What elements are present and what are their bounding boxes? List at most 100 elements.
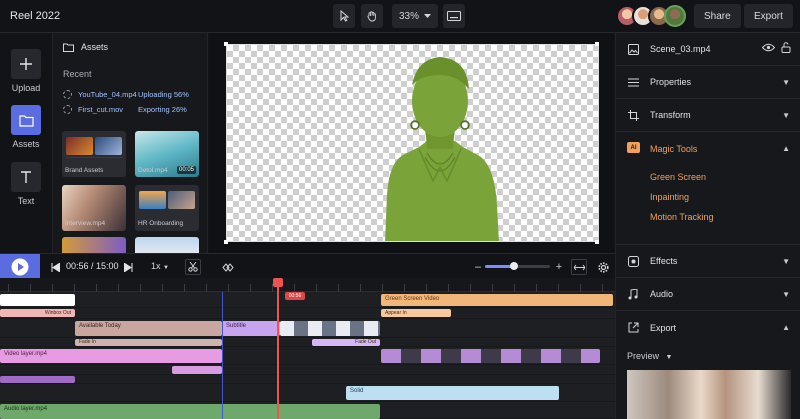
chevron-down-icon: ▼: [782, 110, 790, 120]
preview-area: [209, 33, 614, 253]
magic-tool-motion-tracking[interactable]: Motion Tracking: [650, 212, 714, 222]
link-icon: [222, 262, 234, 272]
timeline-track[interactable]: Winbox Out Appear In: [0, 308, 615, 319]
timeline-clip-video-layer[interactable]: Video layer.mp4: [0, 349, 222, 363]
ruler-tick: [184, 284, 185, 292]
section-transform[interactable]: Transform ▼: [616, 99, 800, 132]
timeline-clip[interactable]: [0, 376, 75, 383]
asset-thumbnail: [139, 191, 166, 209]
resize-handle[interactable]: [224, 42, 228, 46]
timeline-clip-appear-in[interactable]: Appear In: [381, 309, 451, 317]
section-audio[interactable]: Audio ▼: [616, 278, 800, 311]
asset-card[interactable]: [62, 237, 126, 253]
split-button[interactable]: [185, 259, 201, 275]
magic-tool-inpainting[interactable]: Inpainting: [650, 192, 689, 202]
timeline-clip-fade-in[interactable]: Fade In: [75, 339, 222, 346]
divider: [66, 157, 122, 158]
recent-file: YouTube_04.mp4: [78, 89, 137, 99]
ruler-tick: [602, 284, 603, 292]
hand-tool-button[interactable]: [361, 4, 383, 28]
eye-icon[interactable]: [761, 43, 776, 54]
chevron-down-icon: ▼: [782, 289, 790, 299]
magic-tool-green-screen[interactable]: Green Screen: [650, 172, 706, 182]
skip-forward-icon[interactable]: [120, 259, 136, 275]
section-properties[interactable]: Properties ▼: [616, 66, 800, 99]
timeline-track[interactable]: Video layer.mp4: [0, 347, 615, 365]
timeline-clip[interactable]: [0, 294, 75, 306]
timeline-track[interactable]: Fade In Fade Out: [0, 338, 615, 347]
hand-icon: [367, 11, 376, 22]
export-button[interactable]: Export: [744, 4, 793, 28]
slider-handle[interactable]: [510, 262, 519, 270]
ruler-tick: [360, 284, 361, 292]
in-point-marker[interactable]: [222, 292, 223, 419]
timeline-zoom-slider[interactable]: [485, 262, 550, 270]
clip-label: Video layer.mp4: [4, 351, 47, 357]
timeline-clip-subtitle[interactable]: Subtitle: [222, 321, 280, 336]
zoom-out-button[interactable]: –: [470, 259, 486, 275]
project-title[interactable]: Reel 2022: [10, 10, 60, 22]
text-icon: [21, 171, 31, 183]
rail-label: Upload: [11, 83, 41, 93]
keyboard-icon: [447, 11, 461, 21]
timeline-track[interactable]: Available Today Subtitle: [0, 319, 615, 338]
effects-icon: [627, 255, 639, 267]
section-title: Magic Tools: [650, 143, 698, 154]
collaborator-avatars[interactable]: [616, 5, 686, 27]
timeline-ruler[interactable]: [0, 278, 615, 292]
timeline-track[interactable]: Solid: [0, 384, 615, 402]
inspector-panel: Scene_03.mp4 Properties ▼ Transform ▼ AI…: [615, 33, 800, 419]
timeline-clip-fade-out[interactable]: Fade Out: [312, 339, 380, 346]
select-tool-button[interactable]: [333, 4, 355, 28]
timeline-settings-button[interactable]: [595, 259, 611, 275]
zoom-in-button[interactable]: +: [551, 259, 567, 275]
resize-handle[interactable]: [224, 240, 228, 244]
asset-card[interactable]: [135, 237, 199, 253]
preview-label: Preview: [627, 351, 660, 361]
section-export[interactable]: Export ▲: [616, 311, 800, 344]
timeline[interactable]: Green Screen Video Winbox Out Appear In …: [0, 278, 615, 419]
rail-icon-bg: [11, 162, 41, 192]
rail-item-upload[interactable]: Upload: [0, 49, 52, 97]
play-button[interactable]: [0, 254, 40, 279]
clip-label: Fade In: [79, 339, 96, 345]
timeline-track[interactable]: [0, 365, 615, 375]
zoom-dropdown[interactable]: 33%: [392, 4, 438, 28]
playhead[interactable]: [273, 278, 283, 419]
plus-icon: [20, 58, 32, 70]
recent-item[interactable]: YouTube_04.mp4 Uploading 56%: [63, 88, 189, 100]
timeline-clip-solid[interactable]: Solid: [346, 386, 559, 400]
section-magic-tools[interactable]: AI Magic Tools ▲: [616, 132, 800, 165]
fit-timeline-button[interactable]: [571, 259, 587, 275]
keyboard-button[interactable]: [443, 4, 465, 28]
timeline-clip-available-today[interactable]: Available Today: [75, 321, 222, 336]
preview-canvas[interactable]: [226, 44, 599, 242]
timeline-track[interactable]: Green Screen Video: [0, 292, 615, 308]
timeline-clip-video[interactable]: [280, 321, 380, 336]
rail-item-assets[interactable]: Assets: [0, 105, 52, 153]
timeline-clip-green-screen[interactable]: Green Screen Video: [381, 294, 613, 306]
skip-back-icon[interactable]: [47, 259, 63, 275]
unlock-icon[interactable]: [781, 42, 791, 55]
timeline-track[interactable]: [0, 375, 615, 384]
section-effects[interactable]: Effects ▼: [616, 245, 800, 278]
avatar[interactable]: [664, 5, 686, 27]
playhead-handle[interactable]: [273, 278, 283, 287]
export-preview-dropdown[interactable]: Preview ▼: [627, 351, 672, 361]
timeline-track[interactable]: Audio layer.mp4: [0, 402, 615, 419]
section-title: Properties: [650, 77, 692, 87]
timeline-clip[interactable]: [172, 366, 222, 374]
playback-speed-dropdown[interactable]: 1x ▼: [151, 261, 169, 271]
recent-item[interactable]: First_cut.mov Exporting 26%: [63, 103, 187, 115]
timeline-clip-video-layer-2[interactable]: [381, 349, 600, 363]
timeline-clip-winbox[interactable]: Winbox Out: [0, 309, 75, 317]
share-button[interactable]: Share: [694, 4, 741, 28]
link-button[interactable]: [220, 259, 236, 275]
rail-label: Assets: [12, 139, 40, 149]
clip-label: Solid: [350, 388, 364, 394]
timeline-clip-audio[interactable]: Audio layer.mp4: [0, 404, 380, 419]
resize-handle[interactable]: [595, 42, 599, 46]
resize-handle[interactable]: [595, 240, 599, 244]
ruler-tick: [228, 284, 229, 292]
rail-item-text[interactable]: Text: [0, 162, 52, 210]
